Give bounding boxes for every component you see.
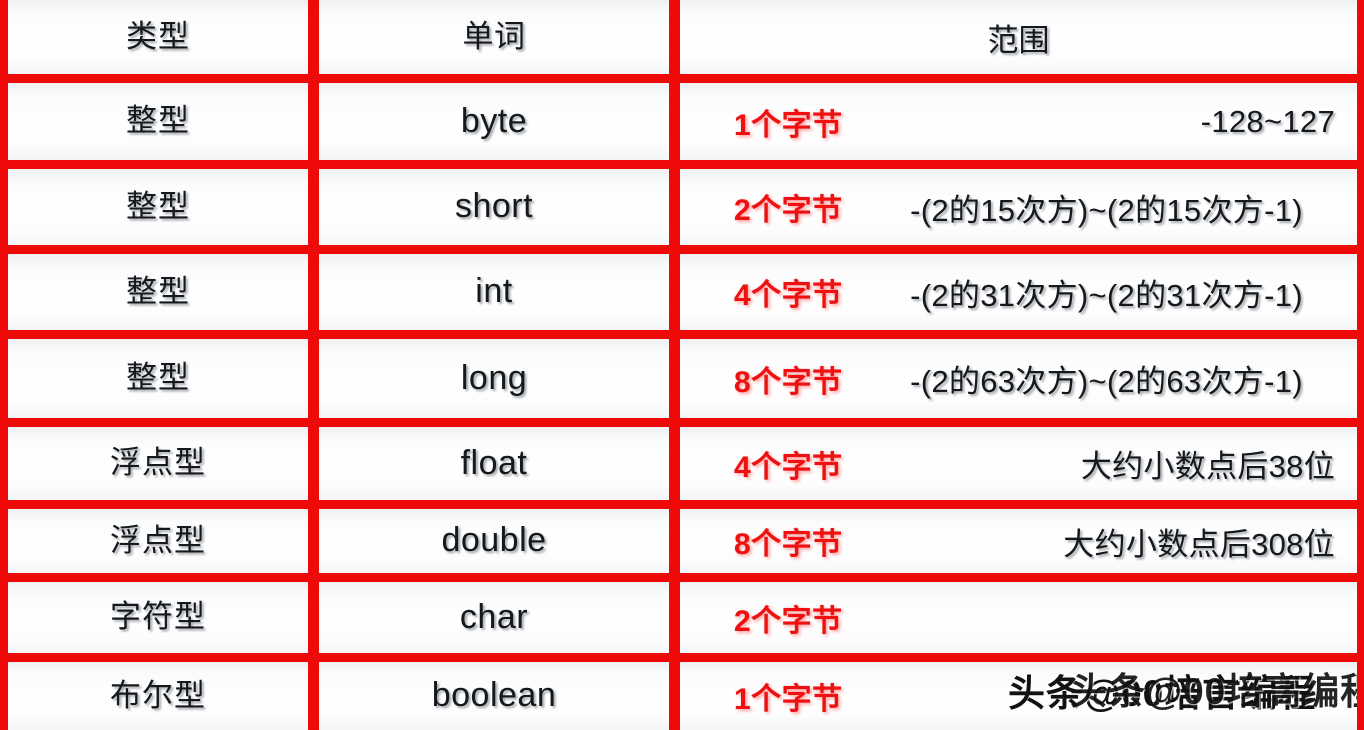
cell-bytes: 2个字节	[734, 194, 843, 227]
cell-word: int	[475, 272, 513, 311]
table-row: 8个字节 大约小数点后308位	[680, 509, 1357, 573]
table-row: boolean	[319, 662, 669, 730]
cell-word: boolean	[431, 676, 557, 715]
row-divider-7	[0, 573, 1364, 582]
cell-range: -(2的15次方)~(2的15次方-1)	[910, 192, 1303, 228]
table-row: int	[319, 254, 669, 330]
table-row: 2个字节	[680, 582, 1357, 653]
row-divider-2	[0, 160, 1364, 169]
header-cell-range: 范围	[680, 0, 1357, 74]
cell-type: 整型	[126, 360, 190, 396]
table-row: long	[319, 339, 669, 418]
cell-range: 大约小数点后38位	[1080, 449, 1335, 484]
cell-range: -(2的63次方)~(2的63次方-1)	[910, 364, 1303, 399]
table-row: 4个字节 -(2的31次方)~(2的31次方-1)	[680, 254, 1357, 330]
table-row: 1个字节 -128~127	[680, 83, 1357, 160]
table-row: short	[319, 169, 669, 245]
table-row: 1个字节	[680, 662, 1357, 730]
cell-bytes: 1个字节	[734, 683, 843, 716]
column-divider-word-range	[669, 0, 680, 730]
table-row: 4个字节 大约小数点后38位	[680, 427, 1357, 500]
table-row: 布尔型	[8, 662, 308, 730]
table-row: 整型	[8, 169, 308, 245]
header-cell-word: 单词	[319, 0, 669, 74]
cell-bytes: 1个字节	[734, 108, 843, 142]
cell-type: 整型	[126, 103, 190, 139]
cell-type: 浮点型	[110, 522, 206, 558]
row-divider-1	[0, 74, 1364, 83]
table-row: 浮点型	[8, 509, 308, 573]
cell-bytes: 4个字节	[734, 450, 843, 484]
table-row: 整型	[8, 83, 308, 160]
header-label-range: 范围	[987, 22, 1050, 58]
row-divider-3	[0, 245, 1364, 254]
row-divider-6	[0, 500, 1364, 509]
row-divider-5	[0, 418, 1364, 427]
table-row: 2个字节 -(2的15次方)~(2的15次方-1)	[680, 169, 1357, 245]
table-border-right	[1357, 0, 1364, 730]
table-border-left	[0, 0, 8, 730]
table-row: double	[319, 509, 669, 573]
table-row: byte	[319, 83, 669, 160]
row-divider-4	[0, 330, 1364, 339]
header-label-type: 类型	[126, 18, 190, 54]
cell-word: long	[460, 358, 528, 397]
cell-word: double	[441, 521, 547, 560]
data-type-table: 类型 单词 范围 整型 byte 1个字节 -128~127 整型 short …	[0, 0, 1364, 730]
cell-type: 布尔型	[110, 677, 206, 713]
cell-word: char	[459, 597, 529, 636]
table-row: 字符型	[8, 582, 308, 653]
header-cell-type: 类型	[8, 0, 308, 74]
table-row: char	[319, 582, 669, 653]
row-divider-8	[0, 653, 1364, 662]
table-row: 8个字节 -(2的63次方)~(2的63次方-1)	[680, 339, 1357, 418]
cell-range: 大约小数点后308位	[1063, 526, 1335, 562]
cell-word: byte	[460, 101, 528, 140]
table-row: 浮点型	[8, 427, 308, 500]
cell-type: 字符型	[110, 599, 206, 635]
cell-bytes: 2个字节	[734, 604, 843, 638]
cell-bytes: 4个字节	[734, 279, 843, 312]
cell-range: -(2的31次方)~(2的31次方-1)	[910, 277, 1303, 313]
cell-type: 浮点型	[110, 445, 206, 481]
cell-type: 整型	[126, 188, 190, 224]
table-row: 整型	[8, 339, 308, 418]
cell-word: float	[460, 443, 528, 482]
header-label-word: 单词	[462, 18, 526, 54]
cell-word: short	[454, 187, 534, 226]
table-row: float	[319, 427, 669, 500]
cell-bytes: 8个字节	[734, 528, 843, 561]
cell-range: -128~127	[1200, 103, 1335, 139]
table-row: 整型	[8, 254, 308, 330]
column-divider-type-word	[308, 0, 319, 730]
cell-bytes: 8个字节	[734, 365, 843, 399]
cell-type: 整型	[126, 273, 190, 309]
